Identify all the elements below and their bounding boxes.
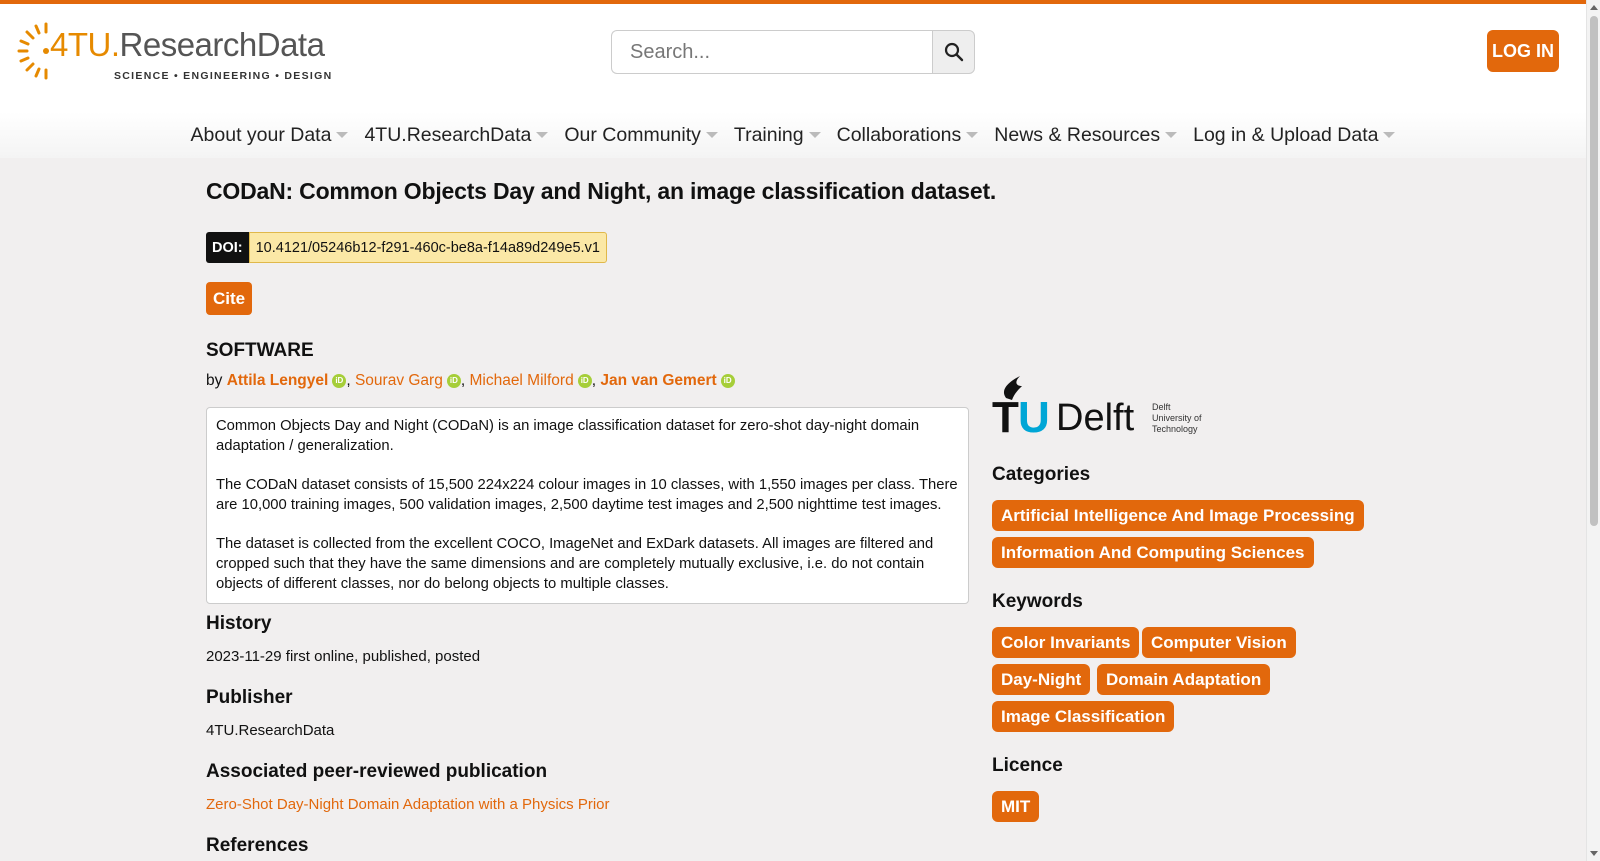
nav-item-label: Log in & Upload Data [1193,123,1379,146]
doi-value[interactable]: 10.4121/05246b12-f291-460c-be8a-f14a89d2… [248,232,607,263]
delft-sub-2: University of [1152,413,1202,423]
search-icon [944,42,963,62]
caret-down-icon [336,132,349,138]
doi-label: DOI: [206,232,249,263]
nav-item-label: About your Data [190,123,332,146]
description-paragraph: The CODaN dataset consists of 15,500 224… [216,477,958,513]
brand-tagline: SCIENCE • ENGINEERING • DESIGN [114,70,333,82]
delft-sub-3: Technology [1152,424,1198,434]
publication-link[interactable]: Zero-Shot Day-Night Domain Adaptation wi… [206,796,610,813]
author-link[interactable]: Sourav Garg [355,372,443,389]
publisher-heading: Publisher [206,687,293,708]
nav-item[interactable]: News & Resources [987,112,1184,158]
nav-item[interactable]: Collaborations [830,112,986,158]
nav-item[interactable]: About your Data [184,112,356,158]
publisher-text: 4TU.ResearchData [206,722,335,739]
search-bar [611,30,975,74]
orcid-icon[interactable]: iD [332,374,347,388]
caret-down-icon [705,132,718,138]
page-scrollbar[interactable] [1586,0,1600,861]
nav-item[interactable]: 4TU.ResearchData [357,112,555,158]
publication-line: Zero-Shot Day-Night Domain Adaptation wi… [206,796,610,813]
site-logo[interactable]: 4TU.ResearchData SCIENCE • ENGINEERING •… [15,20,331,86]
delft-sub-1: Delft [1152,402,1171,412]
category-tag[interactable]: Artificial Intelligence And Image Proces… [992,500,1364,531]
licence-tag[interactable]: MIT [992,791,1040,822]
search-button[interactable] [932,30,975,74]
category-tag[interactable]: Information And Computing Sciences [992,537,1314,568]
nav-item[interactable]: Training [727,112,828,158]
dataset-page: CODaN: Common Objects Day and Night, an … [206,158,1586,861]
caret-down-icon [1165,132,1178,138]
orcid-icon[interactable]: iD [720,374,735,388]
author-link[interactable]: Jan van Gemert [600,372,716,389]
author-by-label: by [206,372,223,389]
search-input[interactable] [611,30,933,74]
keyword-tag[interactable]: Color Invariants [992,627,1140,658]
login-button[interactable]: LOG IN [1487,30,1559,72]
item-type-heading: SOFTWARE [206,340,314,361]
doi-badge: DOI: 10.4121/05246b12-f291-460c-be8a-f14… [206,232,607,263]
tu-letter-t: T [992,393,1019,436]
scroll-down-arrow-icon[interactable] [1590,851,1598,856]
history-text: 2023-11-29 first online, published, post… [206,648,481,665]
caret-down-icon [808,132,821,138]
page-title: CODaN: Common Objects Day and Night, an … [206,178,997,204]
publication-heading: Associated peer-reviewed publication [206,761,548,782]
site-header: 4TU.ResearchData SCIENCE • ENGINEERING •… [0,4,1586,158]
author-link[interactable]: Attila Lengyel [227,372,329,389]
caret-down-icon [966,132,979,138]
main-nav: About your Data 4TU.ResearchData Our Commu… [0,112,1586,158]
author-list: by Attila Lengyel iD, Sourav Garg iD, Mich… [206,372,735,390]
dataset-description: Common Objects Day and Night (CODaN) is … [206,407,969,604]
author-link[interactable]: Michael Milford [469,372,573,389]
orcid-icon[interactable]: iD [577,374,592,388]
nav-item[interactable]: Our Community [557,112,725,158]
keywords-heading: Keywords [992,591,1083,612]
brand-name-part2: ResearchData [119,26,325,63]
nav-item-label: Collaborations [836,123,962,146]
nav-item-label: Training [733,123,804,146]
description-paragraph: Common Objects Day and Night (CODaN) is … [216,418,920,454]
brand-name: 4TU.ResearchData [50,26,325,63]
tu-delft-logo: T U Delft Delft University of Technology [992,376,1202,436]
history-heading: History [206,613,272,634]
nav-item[interactable]: Log in & Upload Data [1186,112,1402,158]
nav-item-label: Our Community [564,123,701,146]
cite-button[interactable]: Cite [206,282,252,315]
keyword-tag[interactable]: Domain Adaptation [1097,664,1271,695]
scrollbar-thumb[interactable] [1590,16,1598,526]
caret-down-icon [536,132,549,138]
caret-down-icon [1383,132,1396,138]
keyword-tag[interactable]: Image Classification [992,701,1175,732]
brand-name-part1: 4TU. [50,26,120,63]
nav-item-label: 4TU.ResearchData [364,123,532,146]
orcid-icon[interactable]: iD [446,374,461,388]
scroll-up-arrow-icon[interactable] [1590,5,1598,10]
description-paragraph: The dataset is collected from the excell… [216,536,934,592]
delft-wordmark: Delft [1056,397,1135,436]
keyword-tag[interactable]: Computer Vision [1142,627,1296,658]
keyword-tag[interactable]: Day-Night [992,664,1091,695]
licence-heading: Licence [992,755,1063,776]
nav-item-label: News & Resources [994,123,1161,146]
tu-letter-u: U [1018,393,1050,436]
references-heading: References [206,835,309,856]
categories-heading: Categories [992,464,1091,485]
